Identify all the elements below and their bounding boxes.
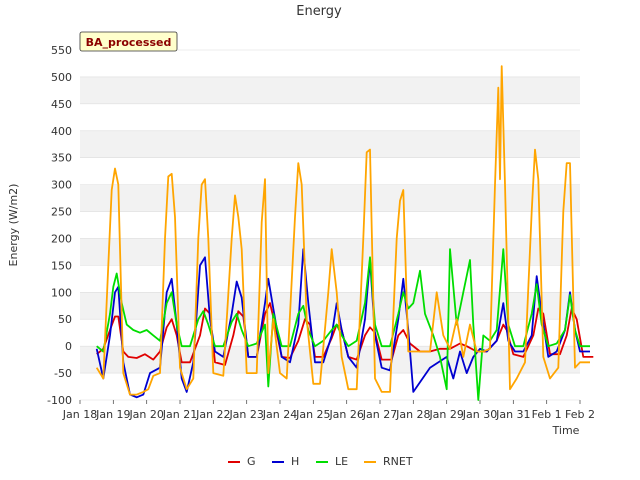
y-tick-label: 300 [51, 179, 72, 192]
legend-label-g: G [247, 455, 256, 468]
x-tick-label: Jan 29 [428, 408, 463, 421]
y-tick-label: 400 [51, 125, 72, 138]
x-tick-label: Feb 1 [532, 408, 562, 421]
grid-band [80, 76, 580, 104]
badge-label: BA_processed [86, 36, 172, 49]
y-tick-label: 250 [51, 206, 72, 219]
x-tick-label: Jan 25 [295, 408, 330, 421]
x-tick-label: Jan 30 [462, 408, 497, 421]
y-tick-label: 0 [65, 340, 72, 353]
x-axis: Jan 18Jan 19Jan 20Jan 21Jan 22Jan 23Jan … [62, 400, 595, 421]
legend: G H LE RNET [228, 455, 413, 468]
y-tick-label: 350 [51, 152, 72, 165]
x-tick-label: Jan 22 [195, 408, 230, 421]
grid-band [80, 346, 580, 374]
y-tick-label: 200 [51, 232, 72, 245]
badge: BA_processed [79, 31, 178, 52]
legend-label-h: H [291, 455, 299, 468]
y-axis-label: Energy (W/m2) [7, 184, 20, 267]
y-tick-label: 550 [51, 44, 72, 57]
x-tick-label: Feb 2 [565, 408, 595, 421]
chart-title: Energy [296, 4, 342, 19]
y-tick-label: 450 [51, 98, 72, 111]
x-tick-label: Jan 23 [228, 408, 263, 421]
x-tick-label: Jan 27 [362, 408, 397, 421]
x-tick-label: Jan 31 [495, 408, 530, 421]
y-tick-label: 100 [51, 286, 72, 299]
x-tick-label: Jan 24 [262, 408, 297, 421]
x-tick-label: Jan 26 [328, 408, 363, 421]
x-tick-label: Jan 21 [162, 408, 197, 421]
x-tick-label: Jan 18 [62, 408, 97, 421]
y-tick-label: -50 [54, 367, 72, 380]
legend-label-rnet: RNET [383, 455, 413, 468]
x-tick-label: Jan 19 [95, 408, 130, 421]
energy-chart: -100 -50 0 50 100 150 200 250 300 350 400 450 500 550… [7, 4, 595, 468]
x-tick-label: Jan 20 [128, 408, 163, 421]
y-tick-label: -100 [47, 394, 72, 407]
x-tick-label: Jan 28 [395, 408, 430, 421]
legend-label-le: LE [335, 455, 348, 468]
y-axis: -100 -50 0 50 100 150 200 250 300 350 400 450 500 550 [47, 44, 72, 407]
y-tick-label: 50 [58, 313, 72, 326]
grid-bands [80, 49, 580, 401]
y-tick-label: 500 [51, 71, 72, 84]
y-tick-label: 150 [51, 259, 72, 272]
x-axis-label: Time [552, 424, 580, 437]
